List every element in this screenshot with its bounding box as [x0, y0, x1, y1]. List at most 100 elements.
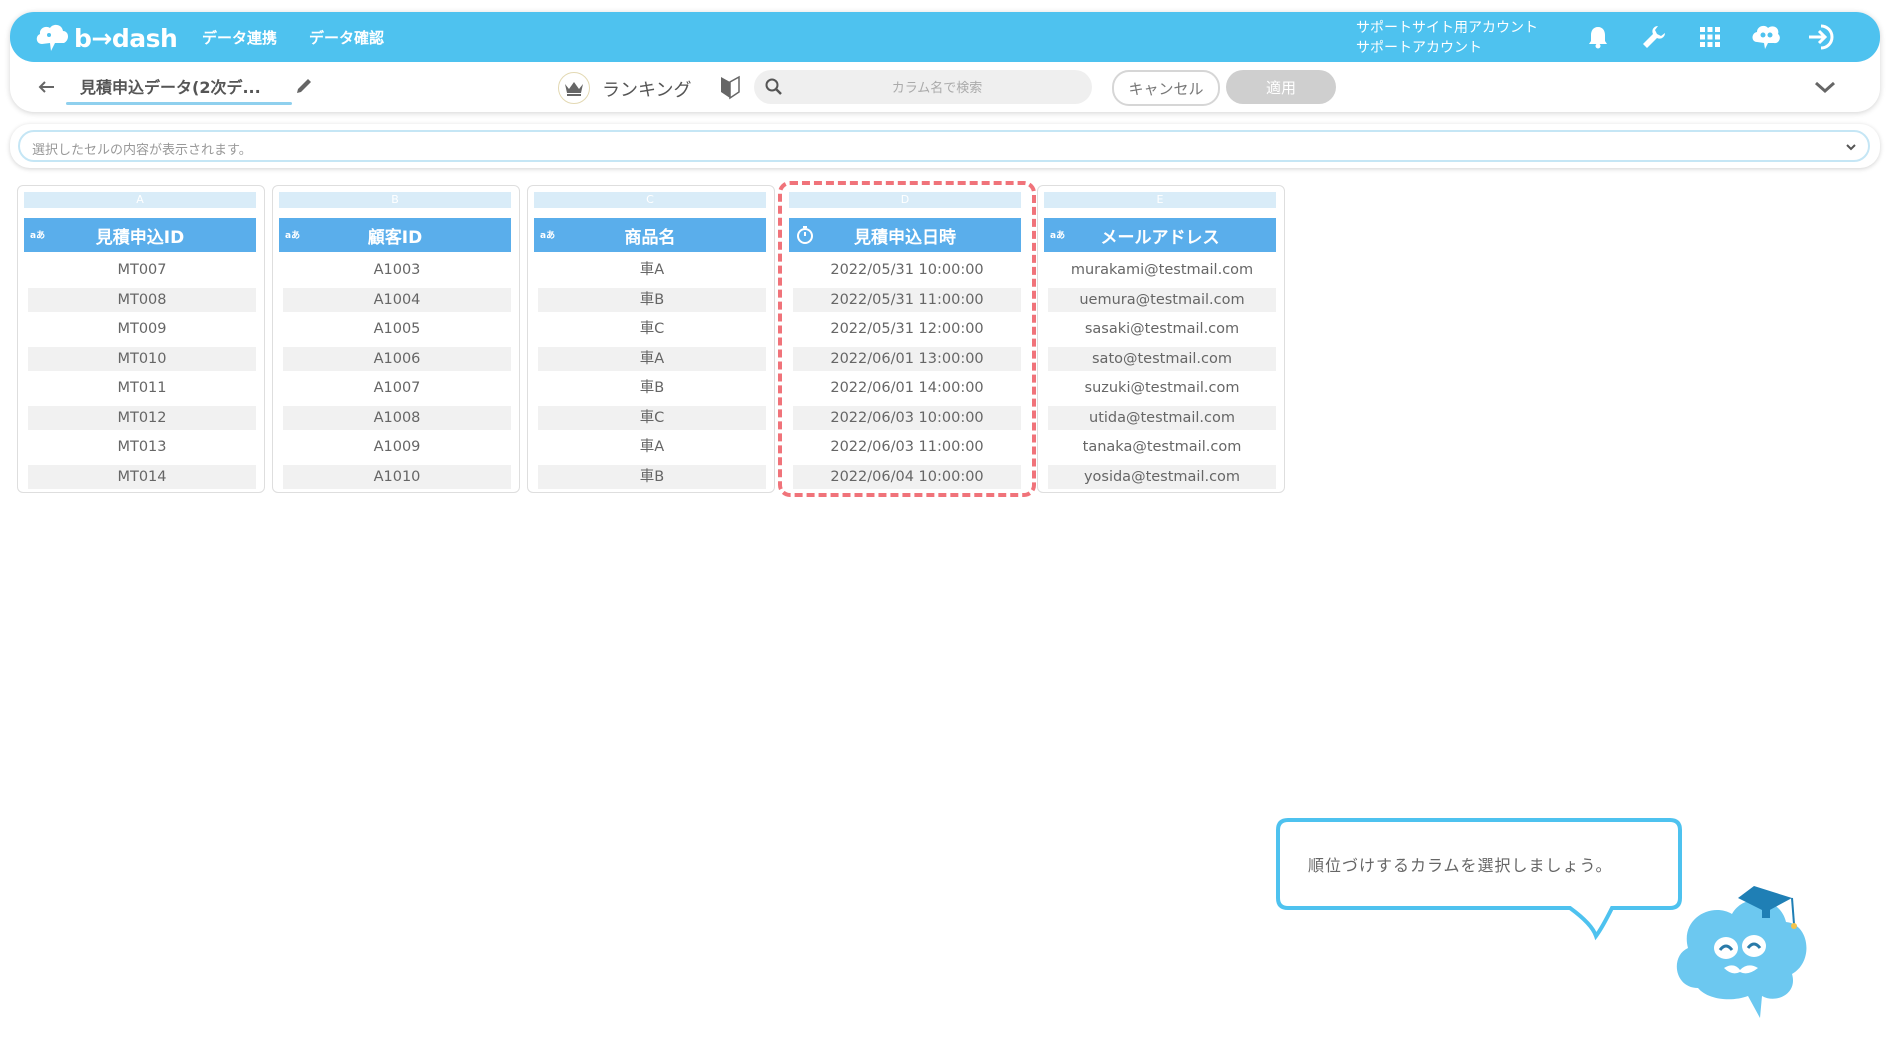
text-type-icon: aあ	[285, 231, 301, 241]
column-letter: D	[789, 192, 1021, 208]
table-cell[interactable]: A1006	[283, 346, 511, 371]
column-e[interactable]: E aあ メールアドレス murakami@testmail.com uemur…	[1037, 185, 1285, 493]
column-search	[754, 70, 1092, 106]
table-cell[interactable]: A1005	[283, 317, 511, 341]
bell-icon[interactable]	[1580, 19, 1616, 55]
table-cell[interactable]: A1007	[283, 376, 511, 400]
wrench-icon[interactable]	[1636, 19, 1672, 55]
table-cell[interactable]: 車C	[538, 317, 766, 341]
tutorial-message: 順位づけするカラムを選択しましょう。	[1308, 856, 1613, 875]
page-toolbar: 見積申込データ(2次デ... ランキング キャンセル 適用	[10, 62, 1880, 112]
search-input[interactable]	[790, 70, 1084, 106]
main-nav: データ連携 データ確認	[202, 27, 384, 48]
support-mascot-icon[interactable]	[1748, 19, 1784, 55]
table-cell[interactable]: 車A	[538, 435, 766, 459]
column-d[interactable]: D 見積申込日時 2022/05/31 10:00:00 2022/05/31 …	[782, 185, 1030, 493]
table-cell[interactable]: A1008	[283, 405, 511, 430]
bdash-logo[interactable]: b→dash	[34, 20, 178, 56]
column-c[interactable]: C aあ 商品名 車A 車B 車C 車A 車B 車C 車A 車B	[527, 185, 775, 493]
column-letter: C	[534, 192, 766, 208]
column-header[interactable]: aあ 見積申込ID	[24, 218, 256, 252]
column-name: 見積申込ID	[95, 227, 185, 248]
datasheet-title[interactable]: 見積申込データ(2次デ...	[66, 74, 302, 105]
column-header[interactable]: 見積申込日時	[789, 218, 1021, 252]
pencil-icon[interactable]	[294, 76, 314, 96]
table-cell[interactable]: 2022/06/03 10:00:00	[793, 405, 1021, 430]
table-cell[interactable]: MT011	[28, 376, 256, 400]
table-cell[interactable]: 車B	[538, 287, 766, 312]
cell-content-bar: 選択したセルの内容が表示されます。	[10, 124, 1880, 168]
header-icons	[1580, 19, 1840, 55]
speech-bubble-shape	[1276, 818, 1682, 941]
table-cell[interactable]: 車B	[538, 464, 766, 489]
table-cell[interactable]: 2022/05/31 10:00:00	[793, 258, 1021, 282]
table-cell[interactable]: tanaka@testmail.com	[1048, 435, 1276, 459]
table-cell[interactable]: A1010	[283, 464, 511, 489]
cancel-button[interactable]: キャンセル	[1112, 70, 1220, 106]
cell-content-display[interactable]: 選択したセルの内容が表示されます。	[18, 130, 1870, 162]
logo-cloud-icon	[36, 24, 69, 51]
column-name: 顧客ID	[367, 227, 423, 248]
account-info[interactable]: サポートサイト用アカウント サポートアカウント	[1356, 18, 1538, 58]
table-cell[interactable]: 2022/05/31 12:00:00	[793, 317, 1021, 341]
tutorial-bubble: 順位づけするカラムを選択しましょう。	[1276, 818, 1682, 941]
text-type-icon: aあ	[540, 231, 556, 241]
table-cell[interactable]: uemura@testmail.com	[1048, 287, 1276, 312]
apply-button[interactable]: 適用	[1226, 70, 1336, 104]
column-header[interactable]: aあ メールアドレス	[1044, 218, 1276, 252]
column-b[interactable]: B aあ 顧客ID A1003 A1004 A1005 A1006 A1007 …	[272, 185, 520, 493]
column-rows: MT007 MT008 MT009 MT010 MT011 MT012 MT01…	[28, 258, 256, 494]
column-rows: 車A 車B 車C 車A 車B 車C 車A 車B	[538, 258, 766, 494]
table-cell[interactable]: 2022/06/04 10:00:00	[793, 464, 1021, 489]
datetime-clock-icon	[797, 226, 813, 244]
column-letter: E	[1044, 192, 1276, 208]
column-rows: A1003 A1004 A1005 A1006 A1007 A1008 A100…	[283, 258, 511, 494]
table-cell[interactable]: MT009	[28, 317, 256, 341]
app-grid-icon[interactable]	[1692, 19, 1728, 55]
column-letter: B	[279, 192, 511, 208]
table-cell[interactable]: MT008	[28, 287, 256, 312]
table-cell[interactable]: 2022/06/03 11:00:00	[793, 435, 1021, 459]
column-rows: 2022/05/31 10:00:00 2022/05/31 11:00:00 …	[793, 258, 1021, 494]
table-cell[interactable]: MT010	[28, 346, 256, 371]
table-cell[interactable]: 車A	[538, 346, 766, 371]
ranking-crown-icon	[558, 72, 590, 104]
table-cell[interactable]: MT013	[28, 435, 256, 459]
beginner-mark-icon[interactable]	[718, 74, 742, 100]
column-letter: A	[24, 192, 256, 208]
column-rows: murakami@testmail.com uemura@testmail.co…	[1048, 258, 1276, 494]
table-cell[interactable]: MT007	[28, 258, 256, 282]
expand-chevron-icon[interactable]	[1842, 138, 1860, 156]
nav-data-check[interactable]: データ確認	[309, 27, 384, 48]
ranking-label: ランキング	[602, 80, 692, 101]
mascot-character-icon	[1676, 886, 1807, 1018]
table-cell[interactable]: MT012	[28, 405, 256, 430]
table-cell[interactable]: suzuki@testmail.com	[1048, 376, 1276, 400]
table-cell[interactable]: 車A	[538, 258, 766, 282]
column-name: 見積申込日時	[854, 227, 956, 248]
logout-icon[interactable]	[1804, 19, 1840, 55]
back-arrow-icon[interactable]	[36, 76, 58, 98]
table-cell[interactable]: A1009	[283, 435, 511, 459]
table-cell[interactable]: 2022/06/01 14:00:00	[793, 376, 1021, 400]
table-cell[interactable]: utida@testmail.com	[1048, 405, 1276, 430]
nav-data-integration[interactable]: データ連携	[202, 27, 277, 48]
table-cell[interactable]: MT014	[28, 464, 256, 489]
table-cell[interactable]: 車C	[538, 405, 766, 430]
column-header[interactable]: aあ 顧客ID	[279, 218, 511, 252]
column-name: 商品名	[624, 227, 676, 248]
column-a[interactable]: A aあ 見積申込ID MT007 MT008 MT009 MT010 MT01…	[17, 185, 265, 493]
search-icon	[765, 78, 782, 95]
table-cell[interactable]: 2022/06/01 13:00:00	[793, 346, 1021, 371]
column-header[interactable]: aあ 商品名	[534, 218, 766, 252]
table-cell[interactable]: A1003	[283, 258, 511, 282]
table-cell[interactable]: sato@testmail.com	[1048, 346, 1276, 371]
table-cell[interactable]: A1004	[283, 287, 511, 312]
table-cell[interactable]: sasaki@testmail.com	[1048, 317, 1276, 341]
table-cell[interactable]: yosida@testmail.com	[1048, 464, 1276, 489]
table-cell[interactable]: murakami@testmail.com	[1048, 258, 1276, 282]
account-site-name: サポートサイト用アカウント	[1356, 20, 1538, 36]
table-cell[interactable]: 2022/05/31 11:00:00	[793, 287, 1021, 312]
table-cell[interactable]: 車B	[538, 376, 766, 400]
chevron-down-icon[interactable]	[1812, 76, 1838, 98]
